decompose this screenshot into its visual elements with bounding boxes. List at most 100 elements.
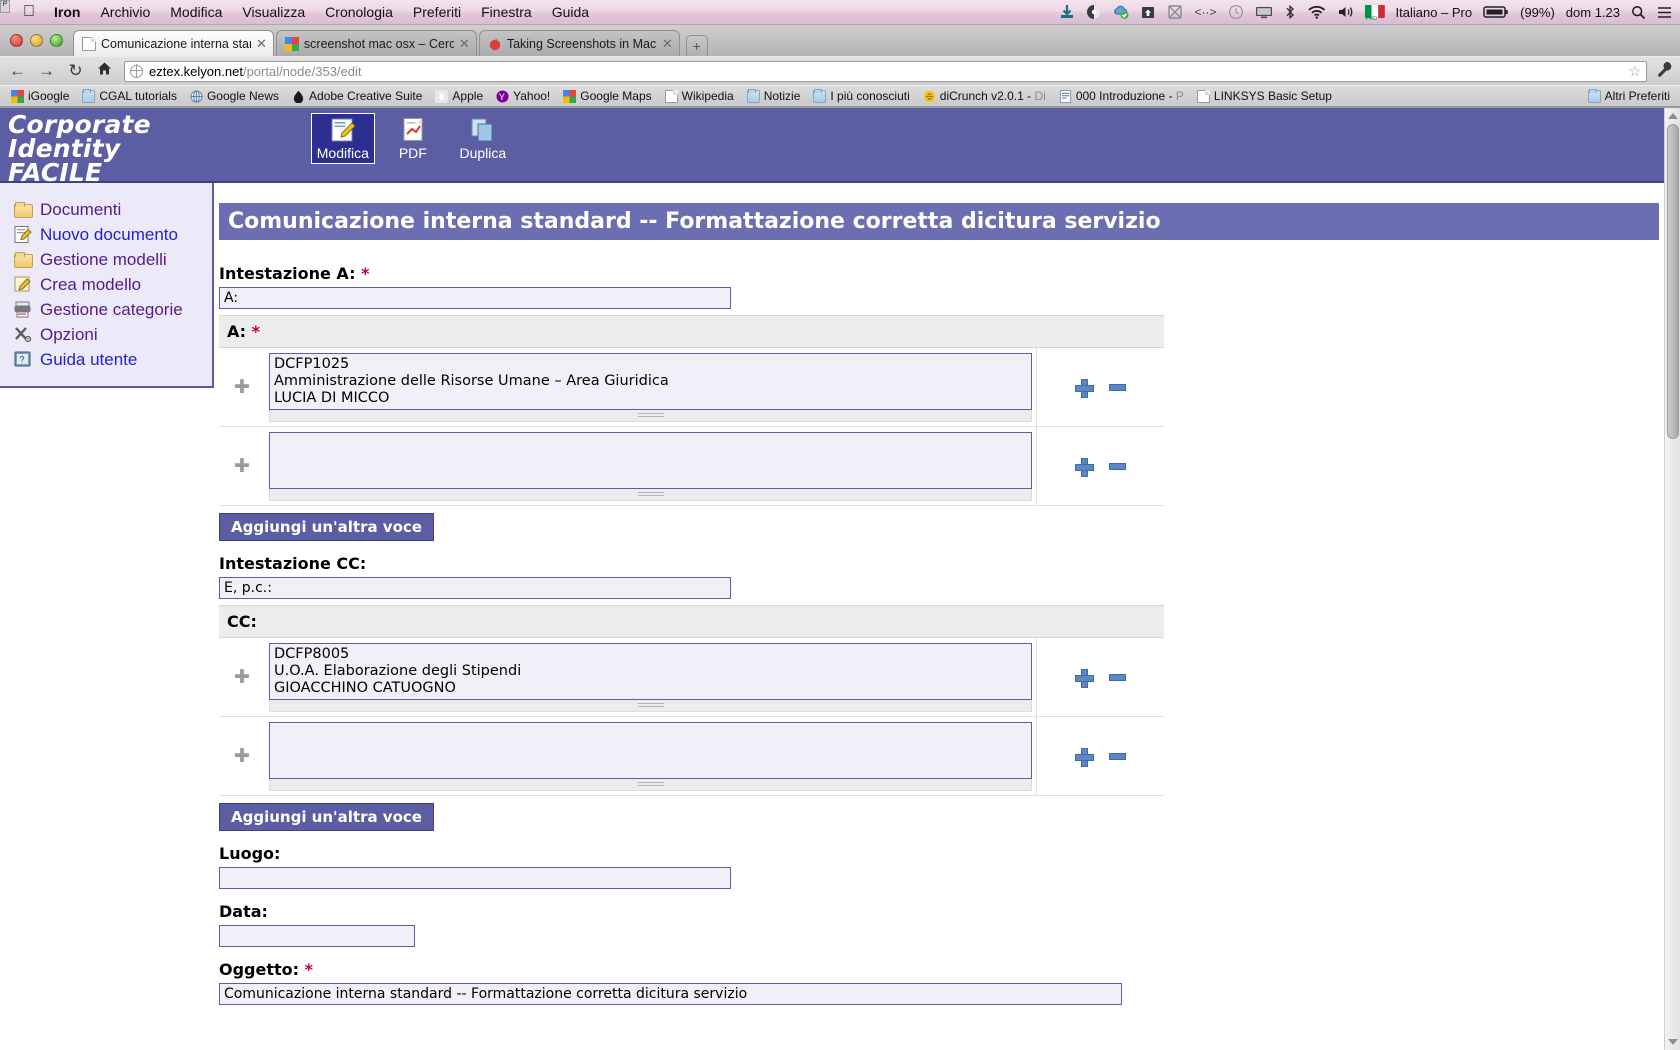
minus-icon[interactable] [1109,752,1126,760]
forward-button[interactable]: → [37,61,56,81]
wifi-icon[interactable] [1307,4,1326,20]
home-button[interactable] [95,61,114,81]
drag-handle-cell[interactable]: ✚ [219,717,265,795]
drag-handle-cell[interactable]: ✚ [219,638,265,716]
sidebar-item-gestione-modelli[interactable]: Gestione modelli [14,247,212,272]
new-tab-button[interactable]: + [685,35,708,56]
plus-icon[interactable] [1075,668,1094,688]
bluetooth-icon[interactable] [1284,4,1296,20]
bookmark-dicrunch[interactable]: diCrunch v2.0.1 - Di [918,87,1051,106]
bookmark-adobe-creative-suite[interactable]: Adobe Creative Suite [287,87,427,106]
sidebar-item-crea-modello[interactable]: Crea modello [14,272,212,297]
cc-recipient-textarea-1[interactable] [269,722,1032,779]
menu-item-preferiti[interactable]: Preferiti [403,0,471,25]
sidebar-item-documenti[interactable]: Documenti [14,197,212,222]
sidebar-item-opzioni[interactable]: Opzioni [14,322,212,347]
textarea-resize-grip[interactable] [269,700,1032,712]
textarea-resize-grip[interactable] [269,410,1032,422]
menu-item-app[interactable]: Iron [44,0,90,25]
oggetto-input[interactable]: Comunicazione interna standard -- Format… [219,983,1122,1005]
menu-extras-icon[interactable] [1657,5,1672,20]
clock-icon[interactable] [1228,4,1244,20]
dropbox-icon[interactable] [1086,4,1102,20]
bookmark-apple[interactable]: Apple [430,87,488,106]
sidebar-item-nuovo-documento[interactable]: Nuovo documento [14,222,212,247]
textarea-resize-grip[interactable] [269,779,1032,791]
italian-flag-icon[interactable]: PRO [1364,4,1385,20]
other-bookmarks-button[interactable]: Altri Preferiti [1583,87,1674,106]
close-window-button[interactable] [10,34,23,47]
scroll-down-arrow-icon[interactable] [1668,1039,1678,1045]
tab-0[interactable]: Comunicazione interna stand ✕ [73,30,274,56]
bookmark-igoogle[interactable]: iGoogle [6,87,74,106]
spotlight-search-icon[interactable] [1631,5,1646,20]
drag-handle-icon[interactable]: ✚ [234,457,250,476]
drag-handle-cell[interactable]: ✚ [219,348,265,426]
drag-handle-icon[interactable]: ✚ [234,378,250,397]
menu-item-finestra[interactable]: Finestra [471,0,542,25]
reload-button[interactable]: ↻ [66,61,85,81]
tab-2[interactable]: Taking Screenshots in Mac O ✕ [478,30,680,56]
menu-item-guida[interactable]: Guida [542,0,599,25]
sidebar-item-gestione-categorie[interactable]: Gestione categorie [14,297,212,322]
download-icon[interactable] [1059,4,1075,20]
upload-folder-icon[interactable] [1140,4,1156,20]
bookmark-yahoo[interactable]: Y Yahoo! [491,87,555,106]
bookmark-linksys-basic-setup[interactable]: LINKSYS Basic Setup [1192,87,1337,106]
menu-item-cronologia[interactable]: Cronologia [315,0,403,25]
volume-icon[interactable] [1337,4,1354,20]
menu-item-archivio[interactable]: Archivio [90,0,160,25]
clock-label[interactable]: dom 1.23 [1566,6,1620,19]
cloud-sync-icon[interactable] [1113,4,1129,20]
tab-close-icon[interactable]: ✕ [256,36,267,52]
drag-handle-icon[interactable]: ✚ [234,747,250,766]
pdf-button[interactable]: PDF [381,113,445,164]
display-icon[interactable] [1255,4,1273,20]
luogo-input[interactable] [219,867,731,889]
drag-handle-icon[interactable]: ✚ [234,668,250,687]
a-recipient-textarea-1[interactable] [269,432,1032,489]
a-add-another-item-button[interactable]: Aggiungi un'altra voce [219,513,434,541]
data-input[interactable] [219,925,415,947]
address-bar[interactable]: eztex.kelyon.net/portal/node/353/edit ☆ [124,60,1647,82]
menu-item-modifica[interactable]: Modifica [160,0,232,25]
crossed-box-icon[interactable] [1167,4,1183,20]
tab-1[interactable]: screenshot mac osx – Cerca ✕ [275,30,477,56]
bookmark-google-news[interactable]: Google News [185,87,284,106]
minus-icon[interactable] [1109,383,1126,391]
back-button[interactable]: ← [8,61,27,81]
input-source-label[interactable]: Italiano – Pro [1396,6,1473,19]
drag-handle-cell[interactable]: ✚ [219,427,265,505]
intestazione-cc-input[interactable]: E, p.c.: [219,577,731,599]
bookmark-i-piu-conosciuti[interactable]: I più conosciuti [808,87,914,106]
duplica-button[interactable]: Duplica [451,113,515,164]
menu-item-visualizza[interactable]: Visualizza [232,0,315,25]
a-recipient-textarea-0[interactable] [269,353,1032,410]
apple-logo-icon[interactable]:  [14,3,44,21]
scroll-up-arrow-icon[interactable] [1668,113,1678,119]
bookmark-notizie[interactable]: Notizie [742,87,806,106]
page-scrollbar[interactable] [1664,108,1680,1050]
battery-icon[interactable] [1483,5,1509,19]
bookmark-wikipedia[interactable]: Wikipedia [660,87,739,106]
sidebar-item-guida-utente[interactable]: ? Guida utente [14,347,212,372]
bookmark-cgal-tutorials[interactable]: CGAL tutorials [77,87,182,106]
cc-add-another-item-button[interactable]: Aggiungi un'altra voce [219,803,434,831]
plus-icon[interactable] [1075,457,1094,477]
scrollbar-thumb[interactable] [1667,124,1679,439]
cc-recipient-textarea-0[interactable] [269,643,1032,700]
minimize-window-button[interactable] [30,34,43,47]
intestazione-a-input[interactable]: A: [219,287,731,309]
minus-icon[interactable] [1109,462,1126,470]
code-brackets-icon[interactable]: <··> [1194,6,1216,18]
zoom-window-button[interactable] [50,34,63,47]
bookmark-000-introduzione[interactable]: 000 Introduzione - P [1054,87,1189,106]
textarea-resize-grip[interactable] [269,489,1032,501]
bookmark-star-icon[interactable]: ☆ [1628,63,1641,80]
tab-close-icon[interactable]: ✕ [662,36,673,52]
plus-icon[interactable] [1075,747,1094,767]
plus-icon[interactable] [1075,378,1094,398]
minus-icon[interactable] [1109,673,1126,681]
wrench-menu-icon[interactable] [1657,61,1672,81]
tab-close-icon[interactable]: ✕ [459,36,470,52]
